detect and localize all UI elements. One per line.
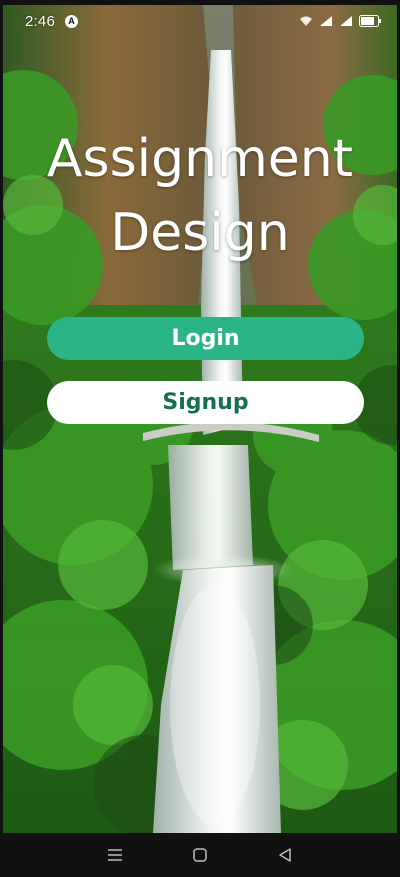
status-bar: 2:46 A (3, 5, 397, 37)
signal-icon (319, 15, 333, 27)
back-icon[interactable] (275, 845, 295, 865)
home-icon[interactable] (190, 845, 210, 865)
status-time: 2:46 (25, 12, 55, 30)
wifi-icon (299, 15, 313, 27)
signup-button[interactable]: Signup (47, 381, 364, 424)
menu-icon[interactable] (105, 845, 125, 865)
navigation-bar (3, 833, 397, 877)
login-button[interactable]: Login (47, 317, 364, 360)
phone-screen: 2:46 A Assignment Design Login Signup (0, 0, 400, 877)
notification-badge: A (65, 14, 78, 28)
battery-icon (359, 15, 381, 27)
page-title: Assignment Design (46, 129, 354, 263)
signal-icon (339, 15, 353, 27)
